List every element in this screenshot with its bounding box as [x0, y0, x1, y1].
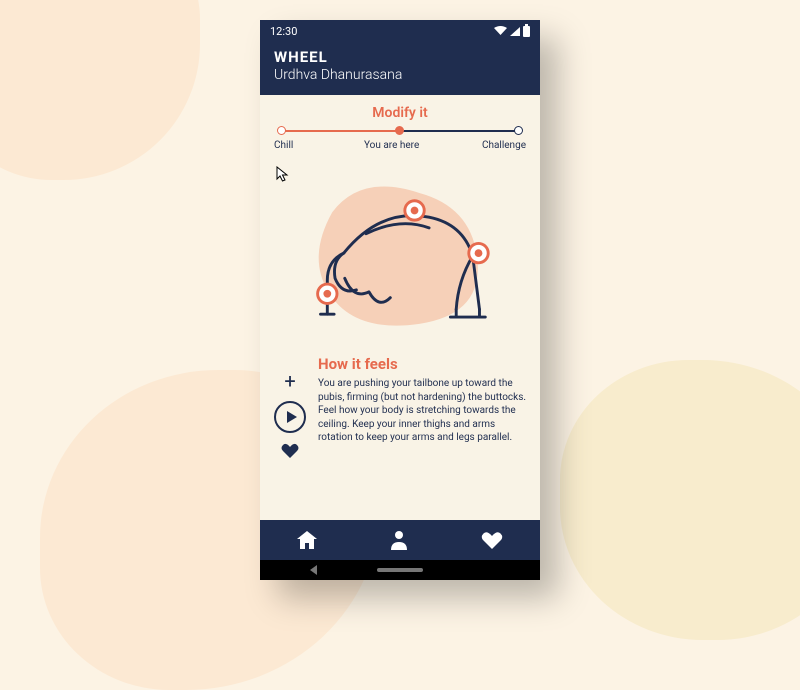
bottom-tab-bar [260, 520, 540, 560]
status-bar: 12:30 [260, 20, 540, 42]
status-icons [494, 26, 530, 37]
battery-icon [523, 26, 530, 37]
favorite-button[interactable] [281, 443, 299, 459]
content-area: Modify it Chill You are here Challenge [260, 95, 540, 520]
difficulty-heading: Modify it [274, 105, 526, 121]
clock: 12:30 [270, 25, 297, 38]
pose-header: WHEEL Urdhva Dhanurasana [260, 42, 540, 95]
slider-stop-challenge[interactable] [514, 126, 523, 135]
tab-favorites[interactable] [481, 531, 503, 550]
background-blob [0, 0, 200, 180]
difficulty-slider[interactable] [278, 125, 522, 137]
media-controls: + [274, 355, 306, 459]
pose-illustration [274, 161, 526, 351]
feels-heading: How it feels [318, 355, 526, 373]
difficulty-label-high: Challenge [482, 140, 526, 151]
slider-stop-current[interactable] [395, 126, 404, 135]
how-it-feels-section: + How it feels You are pushing your tail… [274, 355, 526, 459]
difficulty-label-low: Chill [274, 140, 293, 151]
difficulty-label-mid: You are here [364, 140, 419, 151]
feels-body: You are pushing your tailbone up toward … [318, 377, 526, 445]
add-button[interactable]: + [284, 371, 295, 391]
background-blob [560, 360, 800, 640]
slider-track-active [278, 130, 400, 132]
phone-frame: 12:30 WHEEL Urdhva Dhanurasana Modify it… [260, 20, 540, 580]
android-nav-bar [260, 560, 540, 580]
how-it-feels-text: How it feels You are pushing your tailbo… [318, 355, 526, 445]
wifi-icon [494, 26, 507, 36]
tab-home[interactable] [297, 531, 317, 549]
nav-home-pill[interactable] [377, 568, 423, 572]
pose-title: WHEEL [274, 48, 526, 66]
nav-back-icon[interactable] [310, 565, 317, 575]
signal-icon [510, 27, 520, 36]
pose-subtitle: Urdhva Dhanurasana [274, 67, 526, 83]
slider-stop-chill[interactable] [277, 126, 286, 135]
play-button[interactable] [274, 401, 306, 433]
difficulty-labels: Chill You are here Challenge [274, 140, 526, 151]
tab-profile[interactable] [390, 530, 408, 550]
